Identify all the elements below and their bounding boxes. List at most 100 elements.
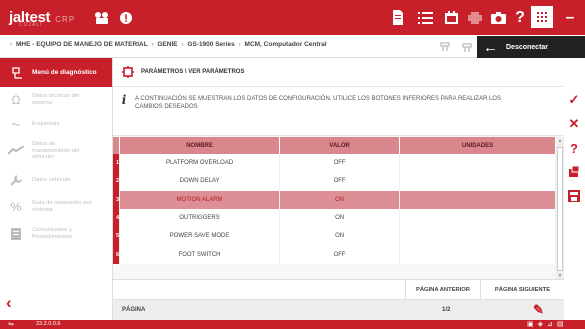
status-bar: ⇋ 23.2.0.0.6 ▣◈⊿▤ <box>0 320 585 329</box>
sidebar-item-label: Guía de reparación por síntoma <box>32 200 92 213</box>
omega-icon: Ω <box>11 92 21 107</box>
table-row-selected[interactable]: 3 MOTION ALARM ON <box>113 190 556 209</box>
breadcrumb-item[interactable]: MCM, Computador Central <box>245 41 327 48</box>
table-header-row: NOMBRE VALOR UNIDADES <box>113 137 556 154</box>
schematic-icon: ⏦ <box>11 116 21 131</box>
alert-icon[interactable] <box>115 0 137 35</box>
calendar-icon[interactable] <box>440 0 462 35</box>
column-header-value[interactable]: VALOR <box>279 137 401 154</box>
next-page-button[interactable]: PÁGINA SIGUIENTE <box>480 280 564 300</box>
cell-units <box>399 208 556 228</box>
sidebar-item-technical-data[interactable]: Ω Datos técnicos del sistema <box>0 87 112 113</box>
page-header: PARÁMETROS \ VER PARÁMETROS <box>113 58 564 87</box>
page-label: PÁGINA <box>122 307 146 313</box>
app-logo: jaltest CRP COJALI <box>0 9 92 28</box>
column-header-name[interactable]: NOMBRE <box>119 137 281 154</box>
sidebar-item-label: Datos técnicos del sistema <box>32 93 80 106</box>
parameters-icon <box>121 66 135 78</box>
parameters-table: NOMBRE VALOR UNIDADES 1 PLATFORM OVERLOA… <box>113 137 556 264</box>
cell-name: OUTRIGGERS <box>119 208 281 228</box>
table-row[interactable]: 2 DOWN DELAY OFF <box>113 172 556 191</box>
cell-value: OFF <box>279 172 401 191</box>
cell-value: OFF <box>279 154 401 173</box>
cell-name: FOOT SWITCH <box>119 245 281 264</box>
cell-units <box>399 190 556 209</box>
table-row[interactable]: 5 POWER SAVE MODE ON <box>113 227 556 246</box>
help-question-icon[interactable]: ? <box>563 138 585 158</box>
disconnect-label: Desconectar <box>506 43 549 51</box>
page-indicator-bar: PÁGINA 1/2 ✎ <box>113 299 564 320</box>
sidebar-item-repair-guide[interactable]: % Guía de reparación por síntoma <box>0 193 112 221</box>
wrench-icon <box>7 174 25 186</box>
version-text: 23.2.0.0.6 <box>36 321 61 327</box>
cell-name: PLATFORM OVERLOAD <box>119 154 281 173</box>
logo-sub: COJALI <box>19 22 43 28</box>
diagnostic-menu-icon <box>8 66 26 79</box>
connector-icon <box>459 38 477 55</box>
table-row[interactable]: 4 OUTRIGGERS ON <box>113 208 556 228</box>
sidebar-item-vehicle-data[interactable]: Datos vehículo <box>0 167 112 193</box>
test-connector-icon <box>437 38 455 55</box>
table-row[interactable]: 1 PLATFORM OVERLOAD OFF <box>113 154 556 173</box>
cancel-x-icon[interactable]: ✕ <box>563 114 585 134</box>
status-icons: ▣◈⊿▤ <box>527 321 568 328</box>
sidebar-item-label: Esquemas <box>32 120 60 127</box>
table-row[interactable]: 6 FOOT SWITCH OFF <box>113 245 556 264</box>
help-icon[interactable]: ? <box>509 0 531 35</box>
info-icon: i <box>121 93 127 107</box>
sidebar-item-schematics[interactable]: ⏦ Esquemas <box>0 113 112 135</box>
percent-icon: % <box>10 199 22 214</box>
column-header-units[interactable]: UNIDADES <box>399 137 556 154</box>
sidebar-item-label: Comunicados y Procedimientos <box>32 227 72 240</box>
cell-units <box>399 227 556 246</box>
cell-value: ON <box>279 208 401 228</box>
arrow-left-icon: ← <box>483 38 498 56</box>
breadcrumb-item[interactable]: GENIE <box>157 41 177 48</box>
sidebar-item-label: Datos de mantenimiento del vehículo <box>32 140 80 161</box>
cell-name: MOTION ALARM <box>119 190 281 209</box>
breadcrumb-item[interactable]: MHE - EQUIPO DE MANEJO DE MATERIAL <box>16 41 148 48</box>
cell-value: ON <box>279 190 401 209</box>
cell-name: POWER SAVE MODE <box>119 227 281 246</box>
vehicle-icon[interactable] <box>91 0 113 35</box>
sidebar: Menú de diagnóstico Ω Datos técnicos del… <box>0 58 112 320</box>
info-message: i A CONTINUACIÓN SE MUESTRAN LOS DATOS D… <box>113 87 564 135</box>
accept-check-icon[interactable]: ✓ <box>563 90 585 110</box>
page-value: 1/2 <box>442 307 451 313</box>
cell-units <box>399 245 556 264</box>
right-action-bar: ✓ ✕ ? <box>563 58 585 320</box>
cell-units <box>399 154 556 173</box>
breadcrumb: › MHE - EQUIPO DE MANEJO DE MATERIAL › G… <box>10 41 327 48</box>
print-icon[interactable] <box>464 0 486 35</box>
write-ecu-icon[interactable] <box>563 162 585 182</box>
sidebar-item-procedures[interactable]: Comunicados y Procedimientos <box>0 221 112 247</box>
document-icon <box>7 228 25 240</box>
sidebar-item-label: Datos vehículo <box>32 176 71 183</box>
apps-icon[interactable] <box>531 6 553 28</box>
edit-pen-icon[interactable]: ✎ <box>533 302 544 318</box>
sidebar-item-maintenance[interactable]: Datos de mantenimiento del vehículo <box>0 135 112 167</box>
cell-units <box>399 172 556 191</box>
minimize-button[interactable]: – <box>557 0 583 35</box>
logo-product: CRP <box>55 15 76 24</box>
cell-value: OFF <box>279 245 401 264</box>
top-bar: jaltest CRP COJALI ? – □ <box>0 0 585 35</box>
back-chevron-icon[interactable]: ‹ <box>6 293 12 313</box>
page-title: PARÁMETROS \ VER PARÁMETROS <box>141 69 245 75</box>
list-icon[interactable] <box>414 0 436 35</box>
breadcrumb-item[interactable]: GS-1900 Series <box>187 41 234 48</box>
disconnect-button[interactable]: ← Desconectar <box>477 36 585 58</box>
parameters-table-wrap: NOMBRE VALOR UNIDADES 1 PLATFORM OVERLOA… <box>113 135 564 280</box>
previous-page-button[interactable]: PÁGINA ANTERIOR <box>405 280 480 300</box>
info-text: A CONTINUACIÓN SE MUESTRAN LOS DATOS DE … <box>135 96 501 111</box>
maintenance-icon <box>7 146 25 156</box>
document-icon[interactable] <box>387 0 409 35</box>
save-ecu-icon[interactable] <box>563 186 585 206</box>
usb-icon: ⇋ <box>8 321 14 328</box>
sidebar-header-label: Menú de diagnóstico <box>32 69 97 76</box>
pager: PÁGINA ANTERIOR PÁGINA SIGUIENTE <box>113 279 564 300</box>
camera-icon[interactable] <box>487 0 509 35</box>
main-panel: PARÁMETROS \ VER PARÁMETROS i A CONTINUA… <box>112 58 564 320</box>
cell-value: ON <box>279 227 401 246</box>
sidebar-header[interactable]: Menú de diagnóstico <box>0 58 112 87</box>
